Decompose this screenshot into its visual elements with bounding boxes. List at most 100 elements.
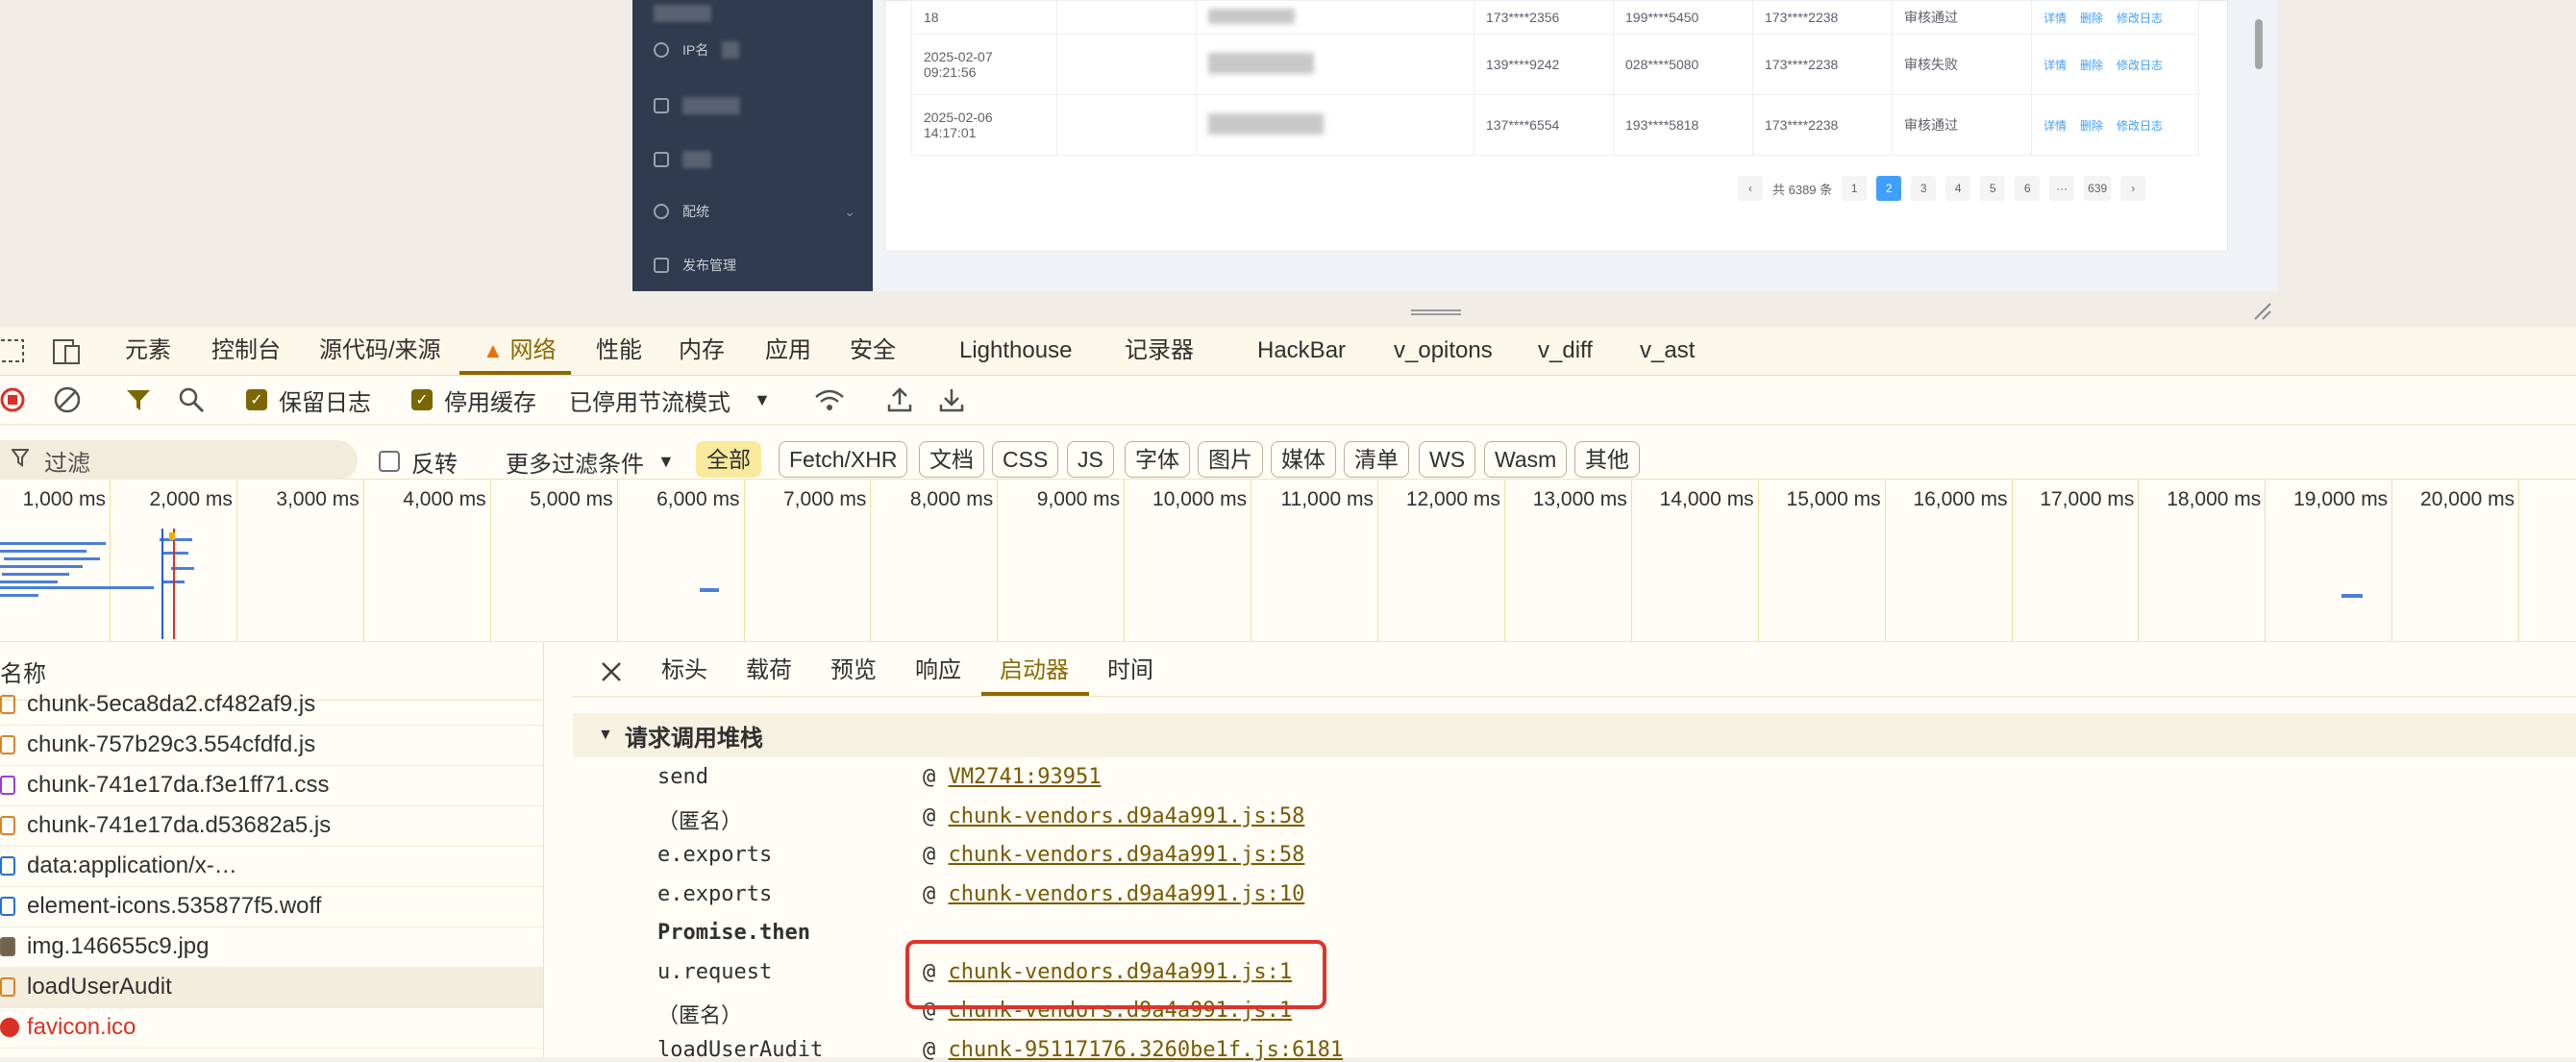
change-log-link[interactable]: 修改日志 [2117,59,2163,72]
tab-initiator[interactable]: 启动器 [1000,642,1069,696]
tab-v-ast[interactable]: v_ast [1640,327,1695,375]
filter-chip-media[interactable]: 媒体 [1271,441,1336,478]
page-button[interactable]: 4 [1945,176,1971,201]
request-row[interactable]: loadUserAudit [0,967,543,1008]
tab-memory[interactable]: 内存 [679,327,725,375]
stop-recording-icon[interactable] [0,376,29,424]
checkbox-checked-icon: ✓ [246,389,267,410]
network-conditions-icon[interactable] [813,376,846,424]
nav-blurred-label [654,5,711,22]
clear-icon[interactable] [52,376,83,424]
prev-page-button[interactable]: ‹ [1738,176,1763,201]
timeline-tick-label: 10,000 ms [1152,488,1248,510]
request-row[interactable]: chunk-5eca8da2.cf482af9.js [0,684,543,726]
tab-v-diff[interactable]: v_diff [1538,327,1593,375]
tab-lighthouse[interactable]: Lighthouse [959,327,1072,375]
change-log-link[interactable]: 修改日志 [2117,119,2163,133]
upload-icon[interactable] [886,376,913,424]
change-log-link[interactable]: 修改日志 [2117,12,2163,25]
filter-chip-doc[interactable]: 文档 [919,441,984,478]
nav-item-top[interactable] [654,0,711,27]
filter-input[interactable]: 过滤 [0,440,358,481]
timeline-tick-label: 9,000 ms [1036,488,1121,510]
next-page-button[interactable]: › [2120,176,2146,201]
filter-chip-css[interactable]: CSS [992,441,1059,478]
filter-chip-ws[interactable]: WS [1419,441,1476,478]
filter-placeholder: 过滤 [44,450,90,477]
preserve-log-checkbox[interactable]: ✓ 保留日志 [246,376,371,424]
filter-chip-all[interactable]: 全部 [696,441,761,478]
page-button[interactable]: 1 [1842,176,1868,201]
page-button-active[interactable]: 2 [1876,176,1902,201]
filter-icon[interactable] [125,376,152,424]
nav-item-1[interactable] [654,92,740,119]
source-link[interactable]: chunk-vendors.d9a4a991.js:58 [949,804,1305,828]
tab-recorder[interactable]: 记录器 [1125,327,1194,375]
timeline-tick-label: 12,000 ms [1405,488,1500,510]
page-button[interactable]: 639 [2084,176,2112,201]
devtools-resize-handle[interactable] [1411,308,1461,317]
stack-frame-location: @ chunk-vendors.d9a4a991.js:58 [923,804,1304,828]
request-row[interactable]: favicon.ico [0,1007,543,1049]
delete-link[interactable]: 删除 [2080,119,2103,133]
phone-cell: 137****6554 [1474,94,1614,156]
tab-v-opitons[interactable]: v_opitons [1394,327,1493,375]
timeline-tick-label: 13,000 ms [1532,488,1627,510]
filter-chip-other[interactable]: 其他 [1574,441,1640,478]
resize-corner-icon[interactable] [2251,300,2272,321]
audit-table: 18 173****2356 199****5450 173****2238 审… [911,0,2199,156]
delete-link[interactable]: 删除 [2080,59,2103,72]
tab-elements[interactable]: 元素 [125,327,171,375]
tab-application[interactable]: 应用 [765,327,811,375]
request-row[interactable]: element-icons.535877f5.woff [0,886,543,927]
tab-headers[interactable]: 标头 [661,642,707,696]
throttling-select[interactable]: 已停用节流模式 ▼ [569,376,771,424]
call-stack-section-header[interactable]: ▼ 请求调用堆栈 [573,713,2576,757]
invert-label: 反转 [411,451,458,478]
delete-link[interactable]: 删除 [2080,12,2103,25]
request-row[interactable]: chunk-757b29c3.554cfdfd.js [0,725,543,766]
request-row[interactable]: chunk-741e17da.f3e1ff71.css [0,765,543,806]
tab-response[interactable]: 响应 [915,642,961,696]
filter-chip-wasm[interactable]: Wasm [1484,441,1568,478]
nav-item-3[interactable]: 配统 ⌄ [654,198,855,225]
inspect-element-icon[interactable] [0,327,29,375]
tab-performance[interactable]: 性能 [596,327,642,375]
page-button[interactable]: 5 [1980,176,2006,201]
nav-item-2[interactable] [654,146,711,173]
filter-chip-font[interactable]: 字体 [1125,441,1190,478]
filter-chip-js[interactable]: JS [1067,441,1114,478]
download-icon[interactable] [938,376,965,424]
search-icon[interactable] [177,376,206,424]
page-button[interactable]: 6 [2015,176,2041,201]
device-toolbar-icon[interactable] [52,327,85,375]
request-row[interactable]: img.146655c9.jpg [0,926,543,968]
filter-chip-manifest[interactable]: 清单 [1344,441,1409,478]
tab-network[interactable]: ▲ 网络 [483,327,556,375]
detail-link[interactable]: 详情 [2043,59,2067,72]
source-link[interactable]: VM2741:93951 [949,765,1102,789]
detail-link[interactable]: 详情 [2043,12,2067,25]
disable-cache-checkbox[interactable]: ✓ 停用缓存 [411,376,536,424]
source-link[interactable]: chunk-95117176.3260be1f.js:6181 [949,1038,1344,1062]
source-link[interactable]: chunk-vendors.d9a4a991.js:58 [949,843,1305,867]
filter-chip-img[interactable]: 图片 [1198,441,1263,478]
detail-link[interactable]: 详情 [2043,119,2067,133]
tab-hackbar[interactable]: HackBar [1257,327,1346,375]
source-link[interactable]: chunk-vendors.d9a4a991.js:10 [949,882,1305,906]
filter-chip-fetch-xhr[interactable]: Fetch/XHR [779,441,908,478]
nav-item-0[interactable]: IP名 [654,37,740,63]
tab-console[interactable]: 控制台 [211,327,281,375]
tab-payload[interactable]: 载荷 [746,642,792,696]
tab-sources[interactable]: 源代码/来源 [319,327,441,375]
request-row[interactable]: chunk-741e17da.d53682a5.js [0,805,543,847]
nav-item-4[interactable]: 发布管理 [654,252,736,279]
page-button[interactable]: 3 [1911,176,1937,201]
tab-timing[interactable]: 时间 [1107,642,1153,696]
tab-preview[interactable]: 预览 [830,642,877,696]
request-row[interactable]: data:application/x-… [0,846,543,887]
tab-security[interactable]: 安全 [850,327,896,375]
more-pages-button[interactable]: ··· [2049,176,2075,201]
page-scrollbar[interactable] [2255,19,2263,69]
close-detail-icon[interactable] [600,642,623,696]
